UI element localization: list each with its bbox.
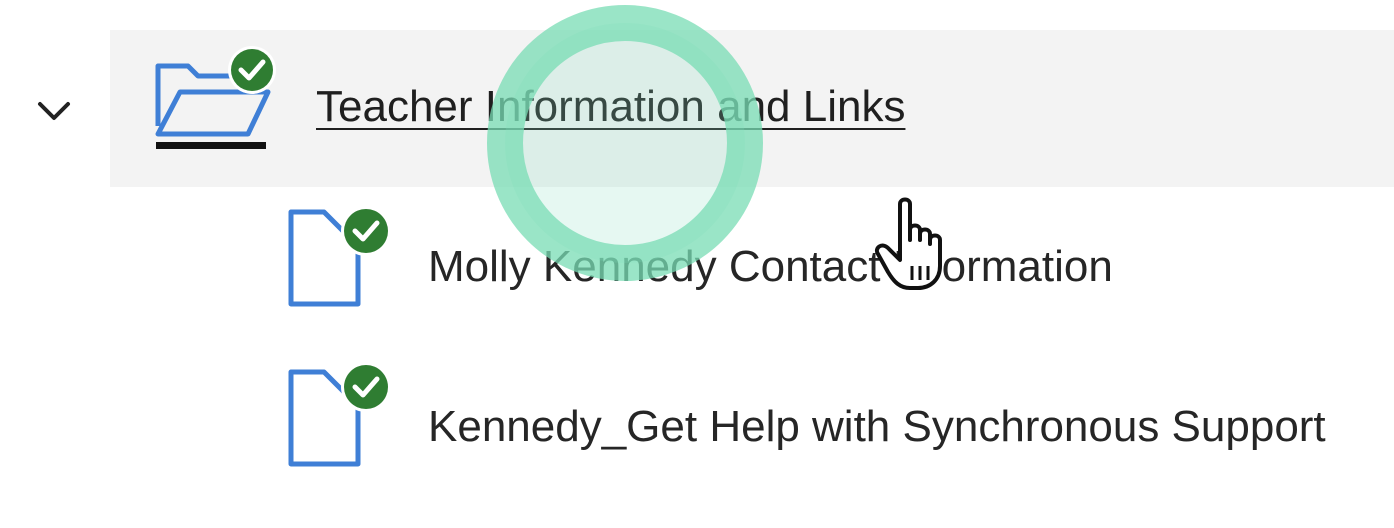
document-link-synchronous-support[interactable]: Kennedy_Get Help with Synchronous Suppor…	[428, 402, 1326, 452]
check-icon	[228, 46, 276, 94]
document-icon	[288, 362, 391, 467]
check-icon	[341, 206, 391, 256]
folder-link-teacher-information[interactable]: Teacher Information and Links	[316, 82, 905, 132]
folder-open-icon	[155, 46, 276, 149]
content-tree: Teacher Information and Links Molly Kenn…	[0, 0, 1394, 528]
check-icon	[341, 362, 391, 412]
chevron-down-icon[interactable]	[30, 88, 78, 136]
document-link-contact-information[interactable]: Molly Kennedy Contact Information	[428, 242, 1113, 292]
document-icon	[288, 206, 391, 307]
